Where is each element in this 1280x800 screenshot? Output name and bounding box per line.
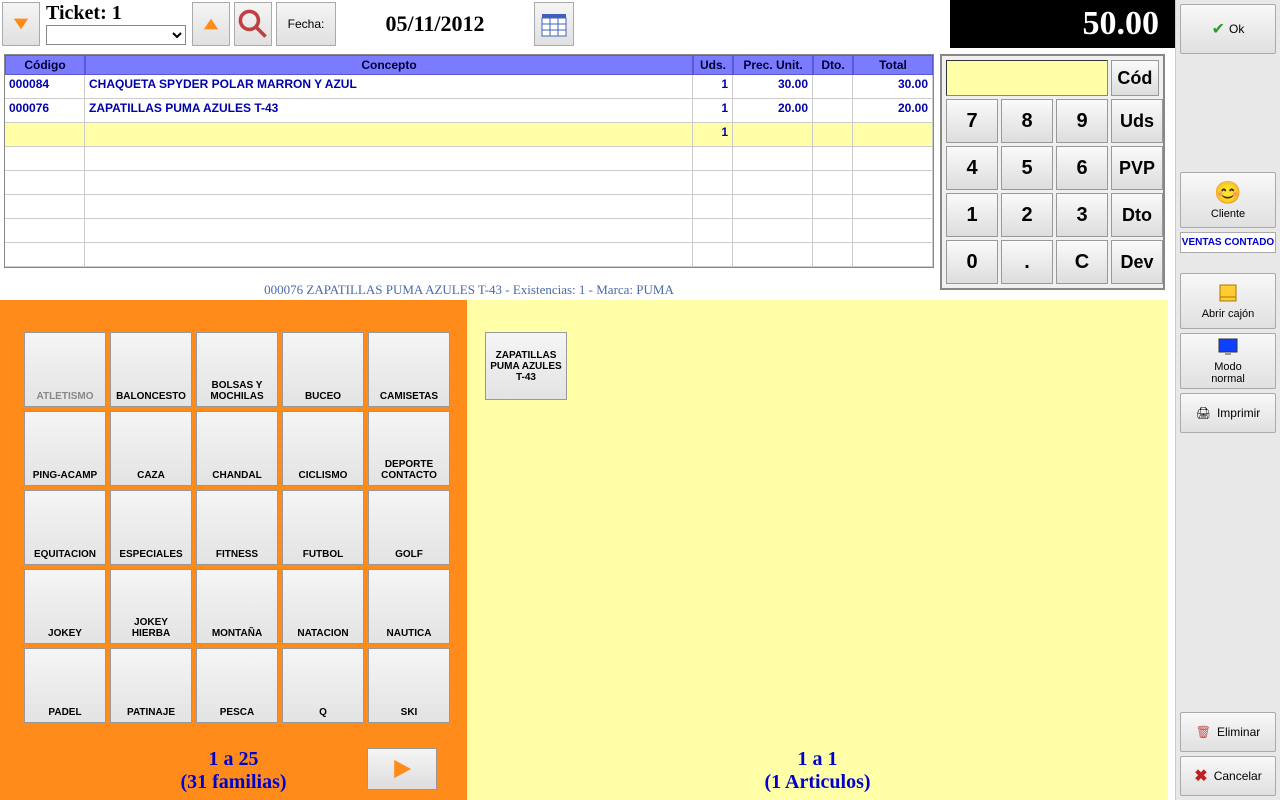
cliente-button[interactable]: 😊 Cliente xyxy=(1180,172,1276,228)
keypad-dto-button[interactable]: Dto xyxy=(1111,193,1163,237)
family-button[interactable]: CAZA xyxy=(110,411,192,486)
family-button[interactable]: CICLISMO xyxy=(282,411,364,486)
table-row[interactable]: 000076 ZAPATILLAS PUMA AZULES T-43 1 20.… xyxy=(5,99,933,123)
keypad-3[interactable]: 3 xyxy=(1056,193,1108,237)
family-button[interactable]: DEPORTE CONTACTO xyxy=(368,411,450,486)
status-line: 000076 ZAPATILLAS PUMA AZULES T-43 - Exi… xyxy=(4,278,934,302)
close-icon: ✖ xyxy=(1194,766,1207,786)
family-button[interactable]: MONTAÑA xyxy=(196,569,278,644)
printer-icon: 🖨 xyxy=(1196,406,1211,420)
keypad-5[interactable]: 5 xyxy=(1001,146,1053,190)
families-next-button[interactable] xyxy=(367,748,437,790)
family-button[interactable]: ATLETISMO xyxy=(24,332,106,407)
family-button[interactable]: GOLF xyxy=(368,490,450,565)
table-row-empty: . xyxy=(5,195,933,219)
col-precunit: Prec. Unit. xyxy=(733,55,813,75)
family-button[interactable]: CAMISETAS xyxy=(368,332,450,407)
col-concepto: Concepto xyxy=(85,55,693,75)
smiley-icon: 😊 xyxy=(1214,180,1241,206)
keypad-clear[interactable]: C xyxy=(1056,240,1108,284)
ok-button[interactable]: ✔Ok xyxy=(1180,4,1276,54)
modo-button[interactable]: Modo normal xyxy=(1180,333,1276,389)
search-ticket-button[interactable] xyxy=(234,2,272,46)
keypad-dot[interactable]: . xyxy=(1001,240,1053,284)
date-display: 05/11/2012 xyxy=(340,2,530,46)
right-sidebar: ✔Ok 😊 Cliente VENTAS CONTADO Abrir cajón… xyxy=(1175,0,1280,800)
keypad-9[interactable]: 9 xyxy=(1056,99,1108,143)
ticket-select[interactable] xyxy=(46,25,186,45)
family-button[interactable]: NAUTICA xyxy=(368,569,450,644)
ticket-lines-table: Código Concepto Uds. Prec. Unit. Dto. To… xyxy=(4,54,934,268)
monitor-icon xyxy=(1217,338,1239,359)
table-row-empty: . xyxy=(5,219,933,243)
article-button[interactable]: ZAPATILLAS PUMA AZULES T-43 xyxy=(485,332,567,400)
keypad-cod-button[interactable]: Cód xyxy=(1111,60,1159,96)
family-button[interactable]: CHANDAL xyxy=(196,411,278,486)
family-button[interactable]: PADEL xyxy=(24,648,106,723)
family-button[interactable]: EQUITACION xyxy=(24,490,106,565)
ventas-contado-label: VENTAS CONTADO xyxy=(1180,232,1276,253)
family-button[interactable]: PATINAJE xyxy=(110,648,192,723)
ticket-total: 50.00 xyxy=(950,0,1175,48)
table-row-empty: . xyxy=(5,171,933,195)
articles-panel: ZAPATILLAS PUMA AZULES T-43 1 a 1 (1 Art… xyxy=(467,300,1168,800)
keypad-pvp-button[interactable]: PVP xyxy=(1111,146,1163,190)
keypad-7[interactable]: 7 xyxy=(946,99,998,143)
col-total: Total xyxy=(853,55,933,75)
drawer-icon xyxy=(1217,283,1239,306)
table-row-empty: . xyxy=(5,147,933,171)
families-panel: ATLETISMOBALONCESTOBOLSAS Y MOCHILASBUCE… xyxy=(0,300,467,800)
calendar-button[interactable] xyxy=(534,2,574,46)
imprimir-button[interactable]: 🖨 Imprimir xyxy=(1180,393,1276,433)
trash-icon: 🗑 xyxy=(1196,725,1211,739)
articles-total: (1 Articulos) xyxy=(467,771,1168,794)
table-row-current[interactable]: 1 xyxy=(5,123,933,147)
ticket-label: Ticket: 1 xyxy=(46,2,186,25)
fecha-button[interactable]: Fecha: xyxy=(276,2,336,46)
family-button[interactable]: FUTBOL xyxy=(282,490,364,565)
check-icon: ✔ xyxy=(1212,19,1225,39)
family-button[interactable]: BOLSAS Y MOCHILAS xyxy=(196,332,278,407)
eliminar-button[interactable]: 🗑 Eliminar xyxy=(1180,712,1276,752)
cancelar-button[interactable]: ✖ Cancelar xyxy=(1180,756,1276,796)
keypad-dev-button[interactable]: Dev xyxy=(1111,240,1163,284)
family-button[interactable]: Q xyxy=(282,648,364,723)
family-button[interactable]: FITNESS xyxy=(196,490,278,565)
abrir-cajon-button[interactable]: Abrir cajón xyxy=(1180,273,1276,329)
family-button[interactable]: PING-ACAMP xyxy=(24,411,106,486)
family-button[interactable]: SKI xyxy=(368,648,450,723)
keypad-1[interactable]: 1 xyxy=(946,193,998,237)
table-row-empty: . xyxy=(5,243,933,267)
keypad-8[interactable]: 8 xyxy=(1001,99,1053,143)
ticket-prev-button[interactable] xyxy=(2,2,40,46)
family-button[interactable]: PESCA xyxy=(196,648,278,723)
family-button[interactable]: JOKEY xyxy=(24,569,106,644)
keypad-6[interactable]: 6 xyxy=(1056,146,1108,190)
family-button[interactable]: BALONCESTO xyxy=(110,332,192,407)
family-button[interactable]: JOKEY HIERBA xyxy=(110,569,192,644)
col-dto: Dto. xyxy=(813,55,853,75)
keypad-0[interactable]: 0 xyxy=(946,240,998,284)
family-button[interactable]: BUCEO xyxy=(282,332,364,407)
col-uds: Uds. xyxy=(693,55,733,75)
keypad-uds-button[interactable]: Uds xyxy=(1111,99,1163,143)
ticket-next-button[interactable] xyxy=(192,2,230,46)
table-row[interactable]: 000084 CHAQUETA SPYDER POLAR MARRON Y AZ… xyxy=(5,75,933,99)
col-codigo: Código xyxy=(5,55,85,75)
articles-range: 1 a 1 xyxy=(467,748,1168,771)
keypad-panel: Cód 7 8 9 Uds 4 5 6 PVP 1 2 3 Dto 0 . C … xyxy=(940,54,1165,290)
family-button[interactable]: NATACION xyxy=(282,569,364,644)
keypad-4[interactable]: 4 xyxy=(946,146,998,190)
keypad-2[interactable]: 2 xyxy=(1001,193,1053,237)
keypad-input[interactable] xyxy=(946,60,1108,96)
family-button[interactable]: ESPECIALES xyxy=(110,490,192,565)
